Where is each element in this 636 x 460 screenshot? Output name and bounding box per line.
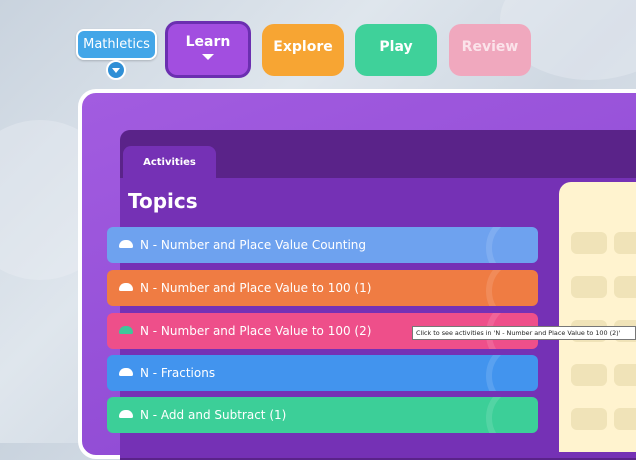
nav-play-button[interactable]: Play — [355, 24, 437, 76]
logo-dropdown-icon[interactable] — [106, 60, 126, 80]
topic-row[interactable]: N - Number and Place Value Counting — [107, 227, 538, 263]
grid-cell — [571, 232, 607, 254]
decoration — [486, 397, 538, 433]
nav-learn-button[interactable]: Learn — [165, 21, 251, 78]
topic-tooltip: Click to see activities in 'N - Number a… — [412, 326, 636, 340]
nav-review-label: Review — [461, 39, 519, 55]
cloud-icon — [119, 410, 133, 418]
cloud-icon — [119, 283, 133, 291]
grid-cell — [614, 364, 636, 386]
decoration — [486, 227, 538, 263]
topic-label: N - Number and Place Value to 100 (2) — [140, 324, 372, 338]
grid-cell — [614, 276, 636, 298]
mathletics-logo[interactable]: Mathletics — [76, 29, 157, 60]
nav-play-label: Play — [379, 39, 413, 55]
topic-label: N - Number and Place Value Counting — [140, 238, 367, 252]
grid-cell — [571, 276, 607, 298]
topic-label: N - Fractions — [140, 366, 216, 380]
decoration — [486, 355, 538, 391]
topic-row[interactable]: N - Fractions — [107, 355, 538, 391]
nav-learn-label: Learn — [185, 34, 231, 50]
nav-explore-button[interactable]: Explore — [262, 24, 344, 76]
topic-label: N - Add and Subtract (1) — [140, 408, 287, 422]
topic-row[interactable]: N - Number and Place Value to 100 (1) — [107, 270, 538, 306]
activities-grid-panel — [559, 182, 636, 452]
grid-cell — [614, 408, 636, 430]
cloud-icon — [119, 368, 133, 376]
grid-cell — [614, 232, 636, 254]
grid-cell — [571, 408, 607, 430]
chevron-down-icon — [202, 54, 214, 60]
grid-cell — [571, 364, 607, 386]
topic-label: N - Number and Place Value to 100 (1) — [140, 281, 372, 295]
nav-review-button[interactable]: Review — [449, 24, 531, 76]
topic-row[interactable]: N - Add and Subtract (1) — [107, 397, 538, 433]
cloud-icon — [119, 326, 133, 334]
topics-heading: Topics — [128, 189, 198, 213]
tab-activities[interactable]: Activities — [123, 146, 216, 180]
cloud-icon — [119, 240, 133, 248]
decoration — [486, 270, 538, 306]
nav-explore-label: Explore — [273, 39, 333, 55]
